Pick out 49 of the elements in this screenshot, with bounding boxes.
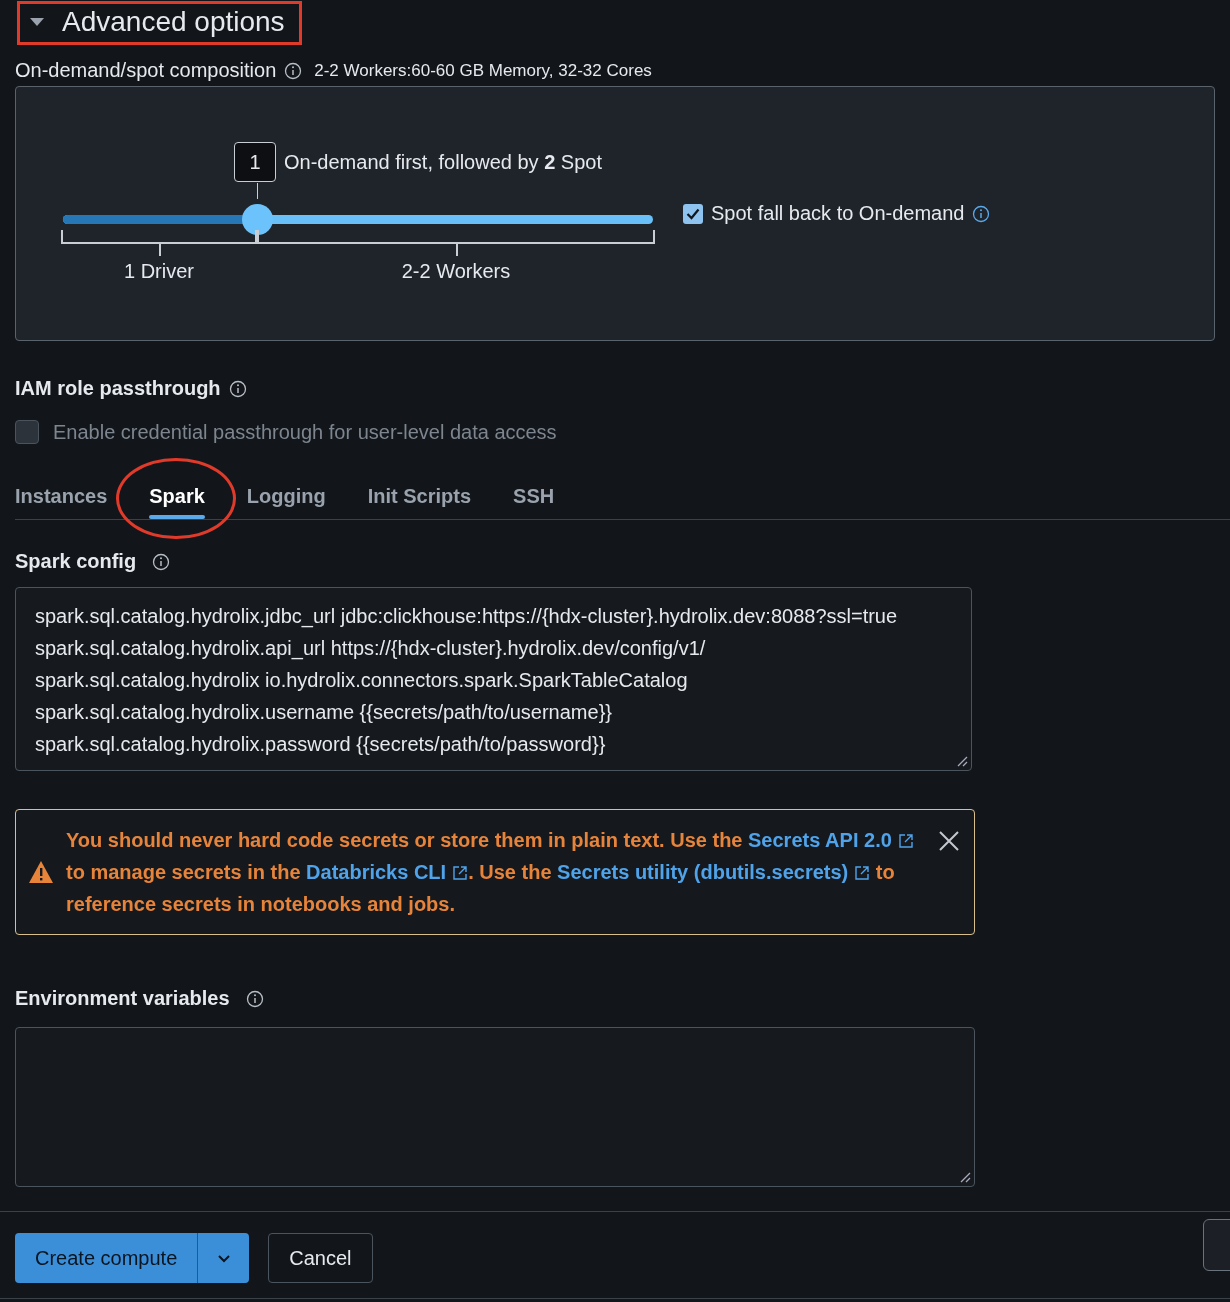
tab[interactable]: Instances — [15, 478, 129, 519]
config-line: spark.sql.catalog.hydrolix.password {{secrets/path/to/password}} — [35, 732, 607, 757]
resize-handle-icon[interactable] — [956, 755, 968, 767]
caret-icon[interactable] — [30, 17, 44, 27]
create-button[interactable]: Create compute — [15, 1233, 198, 1283]
bracket-label: 2-2 Workers — [401, 260, 511, 283]
checkbox[interactable] — [683, 203, 703, 224]
field-label: On-demand/spot composition — [15, 59, 277, 82]
slider-value: 1 — [234, 142, 276, 182]
section-label: IAM role passthrough — [15, 377, 221, 400]
info-icon[interactable] — [245, 989, 264, 1008]
info-icon[interactable] — [284, 61, 303, 80]
check-icon — [686, 207, 700, 220]
slider-thumb[interactable] — [242, 204, 273, 235]
tab[interactable]: SSH — [492, 478, 576, 519]
info-icon[interactable] — [972, 204, 991, 223]
partial-button[interactable] — [1203, 1219, 1230, 1271]
caret-icon — [216, 1253, 231, 1263]
cancel-button[interactable]: Cancel — [268, 1233, 373, 1283]
dropdown-button[interactable] — [197, 1233, 250, 1283]
link[interactable]: Secrets utility (dbutils.secrets) — [557, 861, 871, 883]
section-title[interactable]: Advanced options — [62, 6, 285, 38]
resize-handle-icon[interactable] — [959, 1171, 971, 1183]
slider-track[interactable] — [63, 215, 653, 224]
external-link-icon — [452, 865, 469, 881]
bracket-label: 1 Driver — [124, 260, 194, 283]
field-label: Spark config — [15, 550, 137, 573]
info-icon[interactable] — [228, 379, 247, 398]
config-line: spark.sql.catalog.hydrolix io.hydrolix.connectors.spark.SparkTableCatalog — [35, 668, 689, 693]
tab[interactable]: Spark — [128, 478, 226, 519]
slider-caption: On-demand first, followed by 2 Spot — [284, 150, 602, 174]
info-icon[interactable] — [152, 552, 171, 571]
external-link-icon — [897, 833, 914, 849]
link[interactable]: Secrets API 2.0 — [748, 829, 914, 851]
cluster-summary: 2-2 Workers:60-60 GB Memory, 32-32 Cores — [314, 60, 652, 81]
warning-message: You should never hard code secrets or store them in plain text. Use the Secrets API 2.0 to manage secrets in the Databricks CLI . Use the Secrets utility (dbutils.secrets) to reference secrets in notebooks and jobs. — [66, 824, 926, 920]
config-line: spark.sql.catalog.hydrolix.username {{secrets/path/to/username}} — [35, 700, 613, 725]
tab[interactable]: Init Scripts — [346, 478, 493, 519]
config-line: spark.sql.catalog.hydrolix.jdbc_url jdbc:clickhouse:https://{hdx-cluster}.hydrolix.dev:8088?ssl=true — [35, 604, 899, 630]
checkbox-label[interactable]: Spot fall back to On-demand — [711, 202, 965, 225]
tab[interactable]: Logging — [225, 478, 347, 519]
warning-icon — [28, 860, 54, 884]
leader-line — [257, 183, 258, 199]
field-label: Environment variables — [15, 987, 230, 1010]
link[interactable]: Databricks CLI — [306, 861, 469, 883]
config-line: spark.sql.catalog.hydrolix.api_url https://{hdx-cluster}.hydrolix.dev/config/v1/ — [35, 636, 707, 662]
external-link-icon — [854, 865, 871, 881]
close-icon[interactable] — [938, 830, 960, 852]
config-textarea[interactable] — [15, 587, 972, 771]
